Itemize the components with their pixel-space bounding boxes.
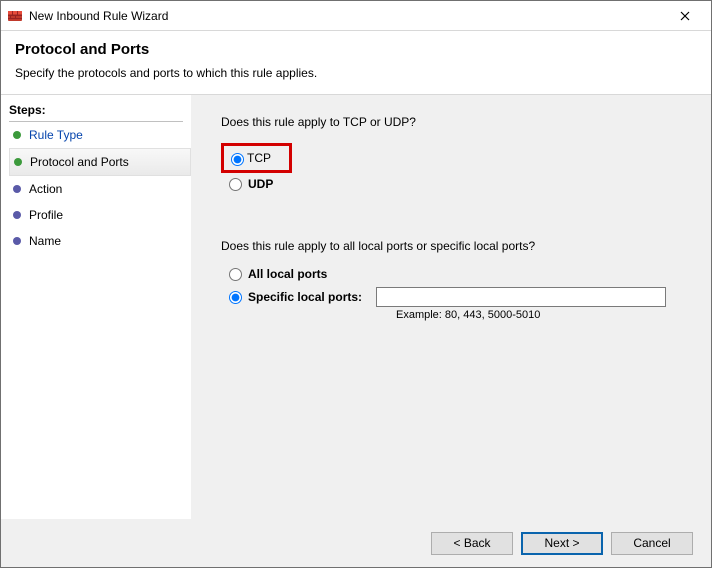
step-profile[interactable]: Profile: [9, 202, 191, 228]
steps-sidebar: Steps: Rule Type Protocol and Ports Acti…: [1, 95, 191, 519]
steps-title: Steps:: [9, 103, 183, 122]
step-rule-type[interactable]: Rule Type: [9, 122, 191, 148]
specific-ports-input[interactable]: [376, 287, 666, 307]
close-button[interactable]: [665, 2, 705, 30]
firewall-icon: [7, 8, 23, 24]
udp-label[interactable]: UDP: [248, 177, 273, 191]
tcp-radio[interactable]: [231, 153, 244, 166]
specific-ports-radio[interactable]: [229, 291, 242, 304]
main-panel: Does this rule apply to TCP or UDP? TCP …: [191, 95, 711, 519]
step-bullet-icon: [14, 158, 22, 166]
page-description: Specify the protocols and ports to which…: [15, 66, 697, 80]
ports-example: Example: 80, 443, 5000-5010: [396, 309, 689, 321]
step-name[interactable]: Name: [9, 228, 191, 254]
tcp-label[interactable]: TCP: [247, 151, 271, 165]
next-button[interactable]: Next >: [521, 532, 603, 555]
udp-radio[interactable]: [229, 178, 242, 191]
titlebar: New Inbound Rule Wizard: [1, 1, 711, 31]
step-label: Protocol and Ports: [30, 155, 129, 169]
window-title: New Inbound Rule Wizard: [29, 9, 665, 23]
all-ports-label[interactable]: All local ports: [248, 267, 327, 281]
step-label: Rule Type: [29, 128, 83, 142]
step-bullet-icon: [13, 131, 21, 139]
cancel-button[interactable]: Cancel: [611, 532, 693, 555]
step-action[interactable]: Action: [9, 176, 191, 202]
tcp-highlight: TCP: [221, 143, 292, 173]
wizard-window: New Inbound Rule Wizard Protocol and Por…: [0, 0, 712, 568]
back-button[interactable]: < Back: [431, 532, 513, 555]
protocol-question: Does this rule apply to TCP or UDP?: [221, 115, 689, 129]
step-label: Profile: [29, 208, 63, 222]
step-label: Name: [29, 234, 61, 248]
header: Protocol and Ports Specify the protocols…: [1, 31, 711, 94]
footer: < Back Next > Cancel: [1, 519, 711, 567]
page-title: Protocol and Ports: [15, 41, 697, 58]
step-bullet-icon: [13, 211, 21, 219]
specific-ports-label[interactable]: Specific local ports:: [248, 290, 362, 304]
step-label: Action: [29, 182, 62, 196]
step-bullet-icon: [13, 185, 21, 193]
body: Steps: Rule Type Protocol and Ports Acti…: [1, 94, 711, 519]
ports-question: Does this rule apply to all local ports …: [221, 239, 689, 253]
all-ports-radio[interactable]: [229, 268, 242, 281]
step-bullet-icon: [13, 237, 21, 245]
step-protocol-and-ports[interactable]: Protocol and Ports: [9, 148, 191, 176]
